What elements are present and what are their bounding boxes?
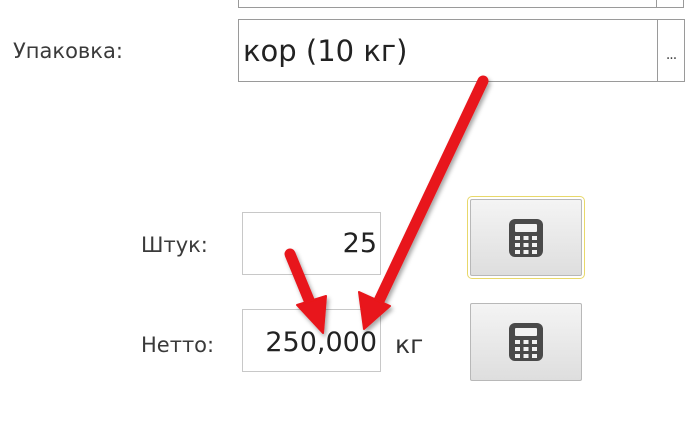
annotation-arrowhead-short	[296, 295, 327, 334]
annotation-arrow-long	[372, 75, 489, 309]
annotation-arrows	[284, 75, 489, 334]
annotation-arrow-short	[284, 248, 317, 311]
